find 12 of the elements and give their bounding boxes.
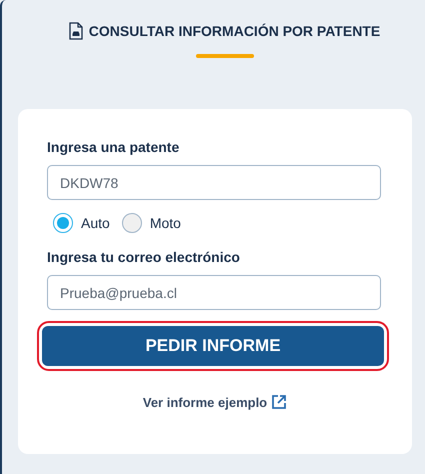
plate-input-field[interactable]: DKDW78 xyxy=(47,165,381,200)
request-report-button[interactable]: PEDIR INFORME xyxy=(42,326,384,366)
external-link-icon xyxy=(271,394,288,410)
radio-label: Auto xyxy=(81,215,110,231)
example-report-link[interactable]: Ver informe ejemplo xyxy=(142,394,288,410)
email-input-field[interactable]: Prueba@prueba.cl xyxy=(47,275,381,310)
radio-label: Moto xyxy=(150,215,181,231)
radio-button[interactable] xyxy=(122,213,142,233)
email-label: Ingresa tu correo electrónico xyxy=(47,249,241,265)
radio-button[interactable] xyxy=(53,213,73,233)
plate-label: Ingresa una patente xyxy=(47,139,180,155)
consult-tab[interactable]: CONSULTAR INFORMACIÓN POR PATENTE xyxy=(68,18,380,44)
